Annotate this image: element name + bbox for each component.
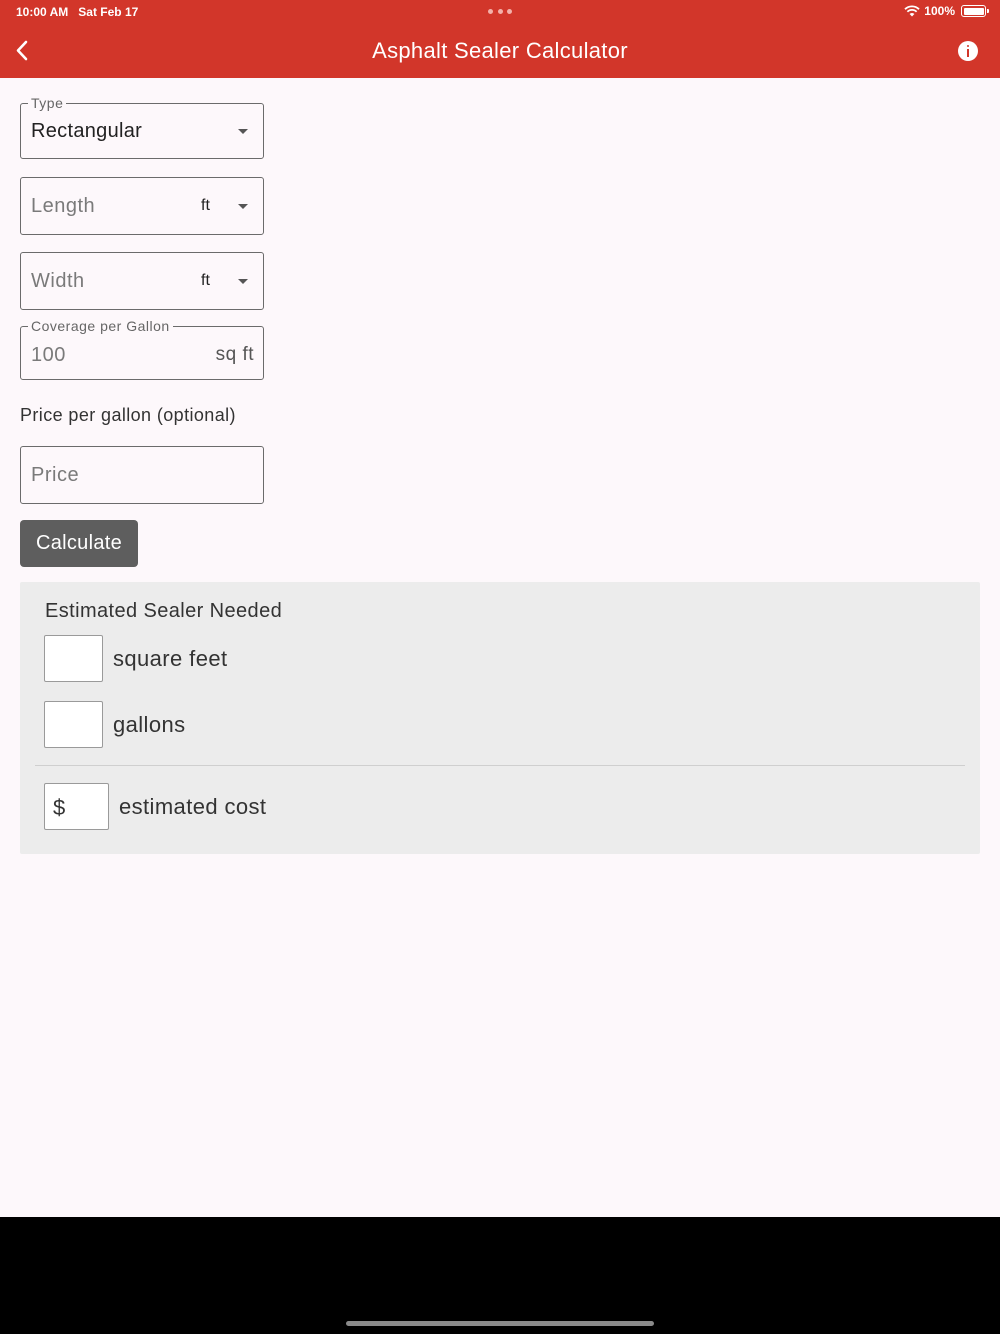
app-screen: 10:00 AM Sat Feb 17 100% Asphalt Sealer …	[0, 0, 1000, 1217]
gallons-output	[44, 701, 103, 748]
results-divider	[35, 765, 965, 766]
status-right: 100%	[904, 4, 989, 18]
multitasking-dots-icon[interactable]	[488, 7, 512, 15]
info-circle-icon[interactable]	[958, 41, 978, 61]
price-placeholder: Price	[31, 464, 80, 486]
price-per-gallon-label: Price per gallon (optional)	[20, 405, 236, 425]
coverage-unit: sq ft	[215, 344, 254, 365]
coverage-field[interactable]: Coverage per Gallon 100 sq ft	[20, 318, 264, 380]
width-placeholder: Width	[31, 270, 85, 292]
coverage-label: Coverage per Gallon	[28, 318, 173, 334]
square-feet-output	[44, 635, 103, 682]
length-placeholder: Length	[31, 195, 96, 217]
chevron-down-icon	[238, 279, 248, 284]
gallons-label: gallons	[113, 712, 186, 737]
coverage-value: 100	[31, 344, 66, 366]
battery-icon	[961, 5, 989, 17]
app-header: 10:00 AM Sat Feb 17 100% Asphalt Sealer …	[0, 0, 1000, 78]
width-unit: ft	[201, 272, 210, 289]
type-value: Rectangular	[31, 120, 143, 142]
results-panel: Estimated Sealer Needed square feet gall…	[20, 582, 980, 854]
home-indicator[interactable]	[346, 1321, 654, 1326]
type-label: Type	[28, 95, 67, 111]
estimated-cost-label: estimated cost	[119, 794, 267, 819]
page-title: Asphalt Sealer Calculator	[372, 38, 628, 63]
battery-percent: 100%	[924, 4, 955, 18]
status-time-value: 10:00 AM	[16, 5, 69, 19]
calculate-button[interactable]: Calculate	[20, 520, 138, 567]
chevron-down-icon	[238, 204, 248, 209]
chevron-down-icon	[238, 129, 248, 134]
status-time: 10:00 AM Sat Feb 17	[16, 5, 138, 19]
estimated-cost-output: $	[44, 783, 109, 830]
square-feet-label: square feet	[113, 646, 228, 671]
width-field[interactable]: Width ft	[20, 252, 264, 310]
price-field[interactable]: Price	[20, 446, 264, 504]
length-unit: ft	[201, 197, 210, 214]
type-select[interactable]: Type Rectangular	[20, 95, 264, 159]
length-field[interactable]: Length ft	[20, 177, 264, 235]
status-date: Sat Feb 17	[78, 5, 139, 19]
currency-symbol: $	[53, 795, 66, 820]
wifi-icon	[904, 5, 920, 17]
results-title: Estimated Sealer Needed	[45, 600, 283, 622]
